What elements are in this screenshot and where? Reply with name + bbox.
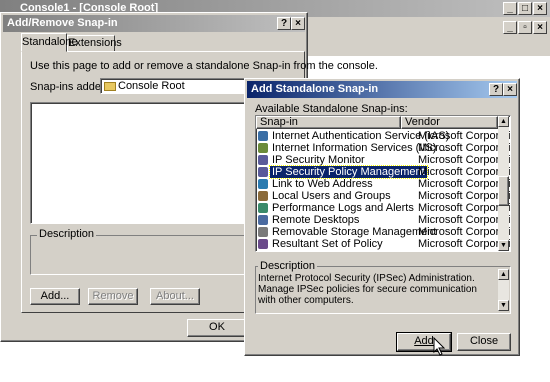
standalone-description-group: Description Internet Protocol Security (… [255,260,511,314]
users-groups-icon [258,191,268,201]
add-remove-title: Add/Remove Snap-in [7,17,118,29]
standalone-description-text: Internet Protocol Security (IPSec) Admin… [258,273,477,306]
console-close-button[interactable]: × [533,2,547,15]
snapin-name: Performance Logs and Alerts [272,202,414,214]
add-remove-close-button[interactable]: × [291,17,305,30]
list-item[interactable]: Remote DesktopsMicrosoft Corporation [256,214,510,226]
list-item[interactable]: IP Security Policy Management Microsoft C… [256,165,510,179]
list-item[interactable]: Removable Storage Management Microsoft Co… [256,226,510,238]
list-item[interactable]: Internet Authentication Service (IAS) Mic… [256,130,510,142]
desc-scroll-up-icon[interactable]: ▲ [498,269,509,280]
mouse-cursor-icon [433,337,446,356]
add-standalone-titlebar: Add Standalone Snap-in [247,81,517,98]
snapin-name: Remote Desktops [272,214,360,226]
desc-scroll-down-icon[interactable]: ▼ [498,300,509,311]
inner-minimize-button[interactable]: _ [503,21,517,34]
column-header-vendor[interactable]: Vendor [401,116,498,129]
iis-icon [258,143,268,153]
snapin-name: Local Users and Groups [272,190,391,202]
console-minimize-button[interactable]: _ [503,2,517,15]
performance-icon [258,203,268,213]
folder-icon [104,82,116,91]
available-label: Available Standalone Snap-ins: [255,103,408,115]
web-link-icon [258,179,268,189]
ipsec-monitor-icon [258,155,268,165]
inner-close-button[interactable]: × [533,21,547,34]
snapin-name: Resultant Set of Policy [272,238,383,250]
inner-restore-button[interactable]: ▫ [518,21,532,34]
list-item[interactable]: Local Users and GroupsMicrosoft Corporat… [256,190,510,202]
scroll-down-icon[interactable]: ▼ [498,240,509,251]
list-item[interactable]: Link to Web AddressMicrosoft Corporation [256,178,510,190]
close-button[interactable]: Close [457,333,511,351]
description-scrollbar[interactable]: ▲ ▼ [498,269,509,311]
list-item[interactable]: Resultant Set of PolicyMicrosoft Corpora… [256,238,510,250]
ok-button[interactable]: OK [187,319,247,337]
add-remove-help-button[interactable]: ? [277,17,291,30]
list-item[interactable]: Internet Information Services (IIS) ... M… [256,142,510,154]
remove-button[interactable]: Remove [88,288,138,305]
storage-icon [258,227,268,237]
column-header-snapin[interactable]: Snap-in [256,116,401,129]
snapin-name: IP Security Monitor [272,154,365,166]
ipsec-policy-icon [258,167,268,177]
snapin-name: IP Security Policy Management [269,165,428,179]
scroll-thumb[interactable] [498,176,509,206]
snapin-rows: Internet Authentication Service (IAS) Mic… [256,130,510,251]
tab-standalone[interactable]: Standalone [21,33,78,52]
add-standalone-dialog: Add Standalone Snap-in ? × Available Sta… [244,78,520,356]
description-label: Description [37,228,97,240]
available-snapins-list[interactable]: Snap-in Vendor Internet Authentication S… [255,115,511,252]
add-standalone-help-button[interactable]: ? [489,83,503,96]
scroll-up-icon[interactable]: ▲ [498,116,509,127]
add-button[interactable]: Add... [30,288,80,305]
snapin-name: Removable Storage Management [272,226,437,238]
about-button[interactable]: About... [150,288,200,305]
snapin-name: Link to Web Address [272,178,373,190]
instruction-text: Use this page to add or remove a standal… [30,60,378,72]
remote-desktop-icon [258,215,268,225]
ias-icon [258,131,268,141]
rsop-icon [258,239,268,249]
list-item[interactable]: IP Security MonitorMicrosoft Corporation [256,154,510,166]
add-remove-titlebar: Add/Remove Snap-in [3,15,305,32]
list-scrollbar[interactable]: ▲ ▼ [498,116,509,251]
console-maximize-button[interactable]: □ [518,2,532,15]
list-item[interactable]: Performance Logs and Alerts Microsoft Cor… [256,202,510,214]
add-standalone-close-button[interactable]: × [503,83,517,96]
add-standalone-title: Add Standalone Snap-in [251,83,379,95]
standalone-description-label: Description [258,260,318,272]
snapins-added-value: Console Root [118,80,185,92]
tab-standalone-label: Standalone [22,36,78,48]
